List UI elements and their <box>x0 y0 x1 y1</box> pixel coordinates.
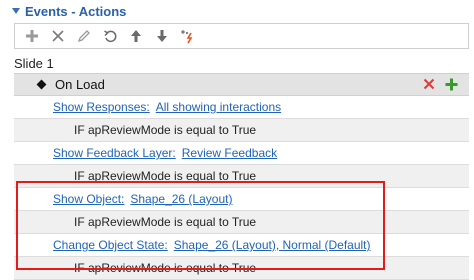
event-actions <box>421 76 459 92</box>
add-action-icon[interactable] <box>443 76 459 92</box>
action-link[interactable]: Show Responses: <box>53 100 150 114</box>
plus-icon[interactable] <box>21 25 43 47</box>
close-icon[interactable] <box>47 25 69 47</box>
action-row[interactable]: Show Object: Shape_26 (Layout) <box>14 188 469 211</box>
event-diamond-icon <box>36 79 47 90</box>
slide-label: Slide 1 <box>14 56 54 71</box>
delete-event-icon[interactable] <box>421 76 437 92</box>
action-target-link[interactable]: Shape_26 (Layout) <box>130 192 232 206</box>
actions-toolbar <box>14 23 469 49</box>
action-row[interactable]: Change Object State: Shape_26 (Layout), … <box>14 234 469 257</box>
magic-icon[interactable] <box>177 25 199 47</box>
arrow-up-icon[interactable] <box>125 25 147 47</box>
collapse-caret-icon[interactable] <box>12 8 20 14</box>
arrow-down-icon[interactable] <box>151 25 173 47</box>
action-link[interactable]: Show Feedback Layer: <box>53 146 176 160</box>
condition-text: IF apReviewMode is equal to True <box>74 123 257 137</box>
action-link[interactable]: Change Object State: <box>53 238 168 252</box>
condition-row[interactable]: IF apReviewMode is equal to True <box>14 211 469 234</box>
condition-text: IF apReviewMode is equal to True <box>74 261 257 275</box>
condition-row[interactable]: IF apReviewMode is equal to True <box>14 119 469 142</box>
action-row[interactable]: Show Responses: All showing interactions <box>14 96 469 119</box>
pencil-icon[interactable] <box>73 25 95 47</box>
undo-icon[interactable] <box>99 25 121 47</box>
condition-row[interactable]: IF apReviewMode is equal to True <box>14 165 469 188</box>
action-target-link[interactable]: All showing interactions <box>156 100 281 114</box>
action-target-link[interactable]: Shape_26 (Layout), Normal (Default) <box>174 238 371 252</box>
condition-text: IF apReviewMode is equal to True <box>74 215 257 229</box>
action-target-link[interactable]: Review Feedback <box>182 146 277 160</box>
panel-header[interactable]: Events - Actions <box>0 0 474 22</box>
event-row-on-load[interactable]: On Load <box>14 73 469 96</box>
condition-text: IF apReviewMode is equal to True <box>74 169 257 183</box>
event-name: On Load <box>55 77 105 92</box>
events-actions-panel: Events - Actions Slide 1 On Load Show Re… <box>0 0 474 280</box>
action-row[interactable]: Show Feedback Layer: Review Feedback <box>14 142 469 165</box>
panel-title: Events - Actions <box>25 3 127 19</box>
action-link[interactable]: Show Object: <box>53 192 124 206</box>
